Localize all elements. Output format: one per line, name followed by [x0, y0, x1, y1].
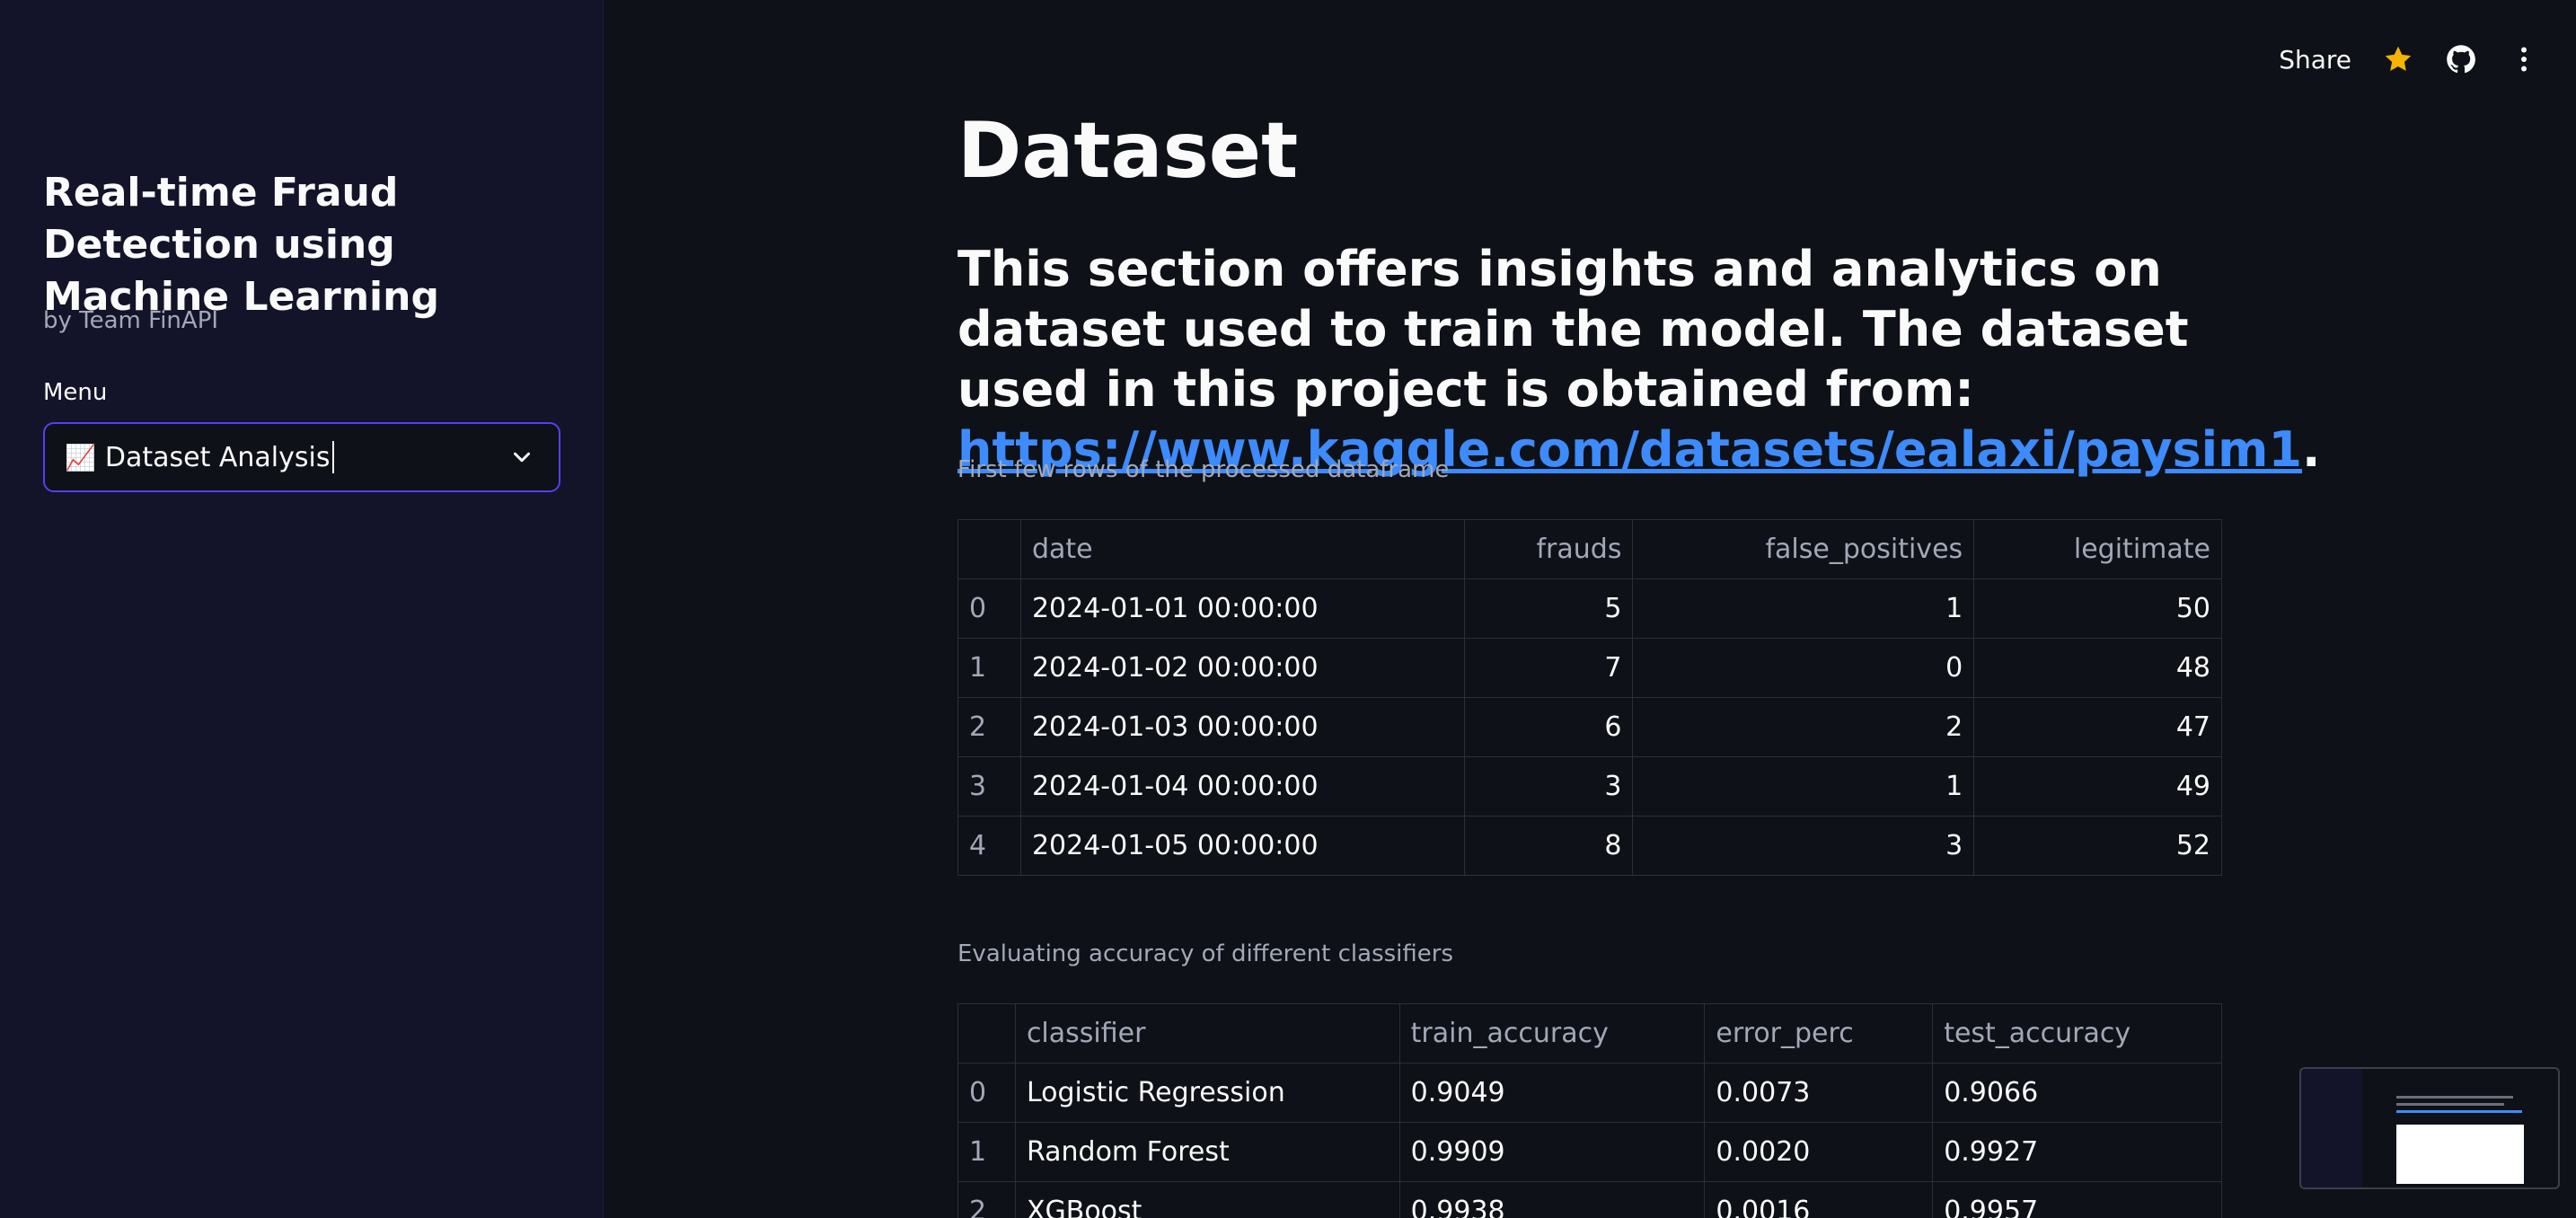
table-cell[interactable]: 0.9938 — [1398, 1181, 1706, 1218]
star-icon[interactable] — [2382, 43, 2414, 75]
table-cell[interactable]: XGBoost — [1014, 1181, 1400, 1218]
table-cell[interactable]: 0.9049 — [1398, 1063, 1706, 1123]
table-cell[interactable]: 2 — [1632, 697, 1975, 757]
column-header-date[interactable]: date — [1019, 519, 1465, 579]
intro-end: . — [2302, 421, 2321, 478]
table-cell[interactable]: 8 — [1463, 816, 1634, 876]
menu-label: Menu — [43, 379, 108, 406]
chevron-down-icon[interactable] — [508, 444, 535, 471]
row-index[interactable]: 1 — [957, 638, 1021, 698]
sidebar-title: Real-time Fraud Detection using Machine … — [43, 170, 439, 320]
app-window: Real-time Fraud Detection using Machine … — [0, 0, 2576, 1218]
row-index[interactable]: 0 — [957, 1063, 1016, 1123]
intro-heading: This section offers insights and analyti… — [957, 239, 2321, 480]
page-preview-thumbnail — [2299, 1067, 2560, 1189]
row-index[interactable]: 1 — [957, 1122, 1016, 1182]
column-header-frauds[interactable]: frauds — [1463, 519, 1634, 579]
text-cursor — [331, 441, 334, 473]
column-header-error-perc[interactable]: error_perc — [1704, 1003, 1934, 1064]
table-row: 4 2024-01-05 00:00:00 8 3 52 — [957, 816, 2222, 876]
table-row: 3 2024-01-04 00:00:00 3 1 49 — [957, 756, 2222, 816]
table-row: 1 Random Forest 0.9909 0.0020 0.9927 — [957, 1122, 2222, 1182]
table-cell[interactable]: 2024-01-05 00:00:00 — [1019, 816, 1465, 876]
table-cell[interactable]: 0.9909 — [1398, 1122, 1706, 1182]
row-index[interactable]: 3 — [957, 756, 1021, 816]
table-cell[interactable]: 0.0073 — [1704, 1063, 1934, 1123]
table-cell[interactable]: 3 — [1463, 756, 1634, 816]
table-cell[interactable]: 48 — [1973, 638, 2222, 698]
table2-caption: Evaluating accuracy of different classif… — [957, 940, 1454, 967]
github-icon[interactable] — [2445, 43, 2477, 75]
preview-chart — [2396, 1125, 2524, 1184]
chart-increasing-icon: 📈 — [65, 442, 96, 472]
table-row: 2 2024-01-03 00:00:00 6 2 47 — [957, 697, 2222, 757]
table1-caption: First few rows of the processed datafram… — [957, 456, 1450, 483]
preview-sidebar — [2301, 1069, 2362, 1187]
table-cell[interactable]: 1 — [1632, 578, 1975, 639]
column-header-false-positives[interactable]: false_positives — [1632, 519, 1975, 579]
row-index[interactable]: 2 — [957, 1181, 1016, 1218]
table-cell[interactable]: 1 — [1632, 756, 1975, 816]
table-cell[interactable]: Random Forest — [1014, 1122, 1400, 1182]
table-cell[interactable]: 47 — [1973, 697, 2222, 757]
table-cell[interactable]: 52 — [1973, 816, 2222, 876]
table-cell[interactable]: 2024-01-03 00:00:00 — [1019, 697, 1465, 757]
table-cell[interactable]: 0 — [1632, 638, 1975, 698]
table-cell[interactable]: 0.0016 — [1704, 1181, 1934, 1218]
table-cell[interactable]: 0.0020 — [1704, 1122, 1934, 1182]
table-cell[interactable]: 50 — [1973, 578, 2222, 639]
column-header-train-accuracy[interactable]: train_accuracy — [1398, 1003, 1706, 1064]
table-row: 2 XGBoost 0.9938 0.0016 0.9957 — [957, 1181, 2222, 1218]
processed-dataframe-table[interactable]: date frauds false_positives legitimate 0 202… — [957, 519, 2222, 876]
menu-select[interactable]: 📈 Dataset Analysis — [43, 422, 560, 492]
table-cell[interactable]: 0.9927 — [1932, 1122, 2222, 1182]
column-header-test-accuracy[interactable]: test_accuracy — [1932, 1003, 2222, 1064]
menu-select-value: Dataset Analysis — [104, 441, 331, 473]
column-header-legitimate[interactable]: legitimate — [1973, 519, 2222, 579]
row-index[interactable]: 2 — [957, 697, 1021, 757]
index-header[interactable] — [957, 519, 1021, 579]
table-cell[interactable]: 3 — [1632, 816, 1975, 876]
table-row: 0 Logistic Regression 0.9049 0.0073 0.9066 — [957, 1063, 2222, 1123]
table-cell[interactable]: 2024-01-02 00:00:00 — [1019, 638, 1465, 698]
table-header-row: classifier train_accuracy error_perc test_a… — [957, 1003, 2222, 1064]
table-header-row: date frauds false_positives legitimate — [957, 519, 2222, 579]
table-cell[interactable]: 6 — [1463, 697, 1634, 757]
table-cell[interactable]: 7 — [1463, 638, 1634, 698]
intro-text: This section offers insights and analyti… — [957, 241, 2189, 418]
preview-text-line — [2396, 1096, 2513, 1099]
table-row: 0 2024-01-01 00:00:00 5 1 50 — [957, 578, 2222, 639]
kebab-menu-icon[interactable] — [2508, 43, 2540, 75]
table-cell[interactable]: Logistic Regression — [1014, 1063, 1400, 1123]
table-cell[interactable]: 49 — [1973, 756, 2222, 816]
header-toolbar: Share — [2279, 40, 2540, 79]
preview-text-line — [2396, 1110, 2522, 1113]
index-header[interactable] — [957, 1003, 1016, 1064]
table-row: 1 2024-01-02 00:00:00 7 0 48 — [957, 638, 2222, 698]
table-cell[interactable]: 5 — [1463, 578, 1634, 639]
table-cell[interactable]: 2024-01-01 00:00:00 — [1019, 578, 1465, 639]
sidebar-subtitle: by Team FinAPI — [43, 307, 219, 334]
table-cell[interactable]: 0.9957 — [1932, 1181, 2222, 1218]
share-button[interactable]: Share — [2279, 45, 2351, 75]
classifier-accuracy-table[interactable]: classifier train_accuracy error_perc test_a… — [957, 1003, 2222, 1218]
sidebar: Real-time Fraud Detection using Machine … — [0, 0, 604, 1218]
table-cell[interactable]: 0.9066 — [1932, 1063, 2222, 1123]
page-title: Dataset — [957, 106, 1299, 196]
preview-text-line — [2396, 1103, 2504, 1106]
column-header-classifier[interactable]: classifier — [1014, 1003, 1400, 1064]
row-index[interactable]: 0 — [957, 578, 1021, 639]
table-cell[interactable]: 2024-01-04 00:00:00 — [1019, 756, 1465, 816]
row-index[interactable]: 4 — [957, 816, 1021, 876]
